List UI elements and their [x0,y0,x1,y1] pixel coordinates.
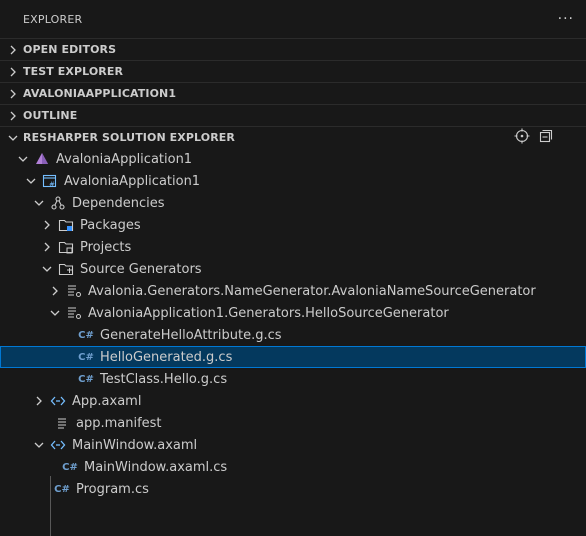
folder-projects-icon [58,239,74,255]
explorer-panel: EXPLORER ··· OPEN EDITORS TEST EXPLORER … [0,0,586,536]
chevron-right-icon [6,65,20,79]
chevron-right-icon [6,43,20,57]
tree-item-label: MainWindow.axaml [72,437,198,453]
section-resharper-solution-explorer[interactable]: RESHARPER SOLUTION EXPLORER [0,126,586,148]
svg-text:#: # [49,181,55,189]
locate-file-icon[interactable] [514,128,530,147]
csharp-file-icon: C# [78,329,94,341]
tree-item-label: Dependencies [72,195,165,211]
section-label: AVALONIAAPPLICATION1 [23,87,177,100]
tree-item-label: Avalonia.Generators.NameGenerator.Avalon… [88,283,536,299]
tree-item-label: GenerateHelloAttribute.g.cs [100,327,282,343]
section-label: RESHARPER SOLUTION EXPLORER [23,131,235,144]
csharp-file-icon: C# [62,461,78,473]
tree-item-label: AvaloniaApplication1 [56,151,193,167]
tree-item-label: Packages [80,217,141,233]
tree-item-project[interactable]: # AvaloniaApplication1 [0,170,586,192]
csharp-file-icon: C# [78,373,94,385]
tree-item-label: Source Generators [80,261,202,277]
tree-item-generator-hello[interactable]: AvaloniaApplication1.Generators.HelloSou… [0,302,586,324]
section-test-explorer[interactable]: TEST EXPLORER [0,60,586,82]
xaml-file-icon [50,393,66,409]
chevron-down-icon [24,174,38,188]
tree-item-main-window-cs[interactable]: C# MainWindow.axaml.cs [0,456,586,478]
chevron-down-icon [32,438,46,452]
tree-item-label: AvaloniaApplication1.Generators.HelloSou… [88,305,449,321]
section-workspace[interactable]: AVALONIAAPPLICATION1 [0,82,586,104]
manifest-file-icon [54,415,70,431]
chevron-right-icon [40,240,54,254]
chevron-down-icon [32,196,46,210]
tree-item-projects[interactable]: Projects [0,236,586,258]
generator-icon [66,305,82,321]
chevron-down-icon [48,306,62,320]
tree-item-label: Projects [80,239,132,255]
tree-item-packages[interactable]: Packages [0,214,586,236]
tree-item-label: App.axaml [72,393,142,409]
tree-item-label: HelloGenerated.g.cs [100,349,233,365]
chevron-down-icon [6,131,20,145]
tree-item-label: Program.cs [76,481,149,497]
section-label: TEST EXPLORER [23,65,124,78]
explorer-header: EXPLORER ··· [0,0,586,38]
chevron-right-icon [6,109,20,123]
tree-item-app-manifest[interactable]: app.manifest [0,412,586,434]
chevron-right-icon [32,394,46,408]
tree-item-source-generators[interactable]: Source Generators [0,258,586,280]
chevron-right-icon [48,284,62,298]
tree-item-file-attr[interactable]: C# GenerateHelloAttribute.g.cs [0,324,586,346]
solution-icon [34,151,50,167]
explorer-title: EXPLORER [23,12,83,26]
tree-item-dependencies[interactable]: Dependencies [0,192,586,214]
section-toolbar [514,128,586,147]
tree-item-label: AvaloniaApplication1 [64,173,201,189]
tree-item-label: MainWindow.axaml.cs [84,459,228,475]
tree-item-main-window[interactable]: MainWindow.axaml [0,434,586,456]
collapse-all-icon[interactable] [538,128,554,147]
csharp-file-icon: C# [78,351,94,363]
section-label: OUTLINE [23,109,78,122]
more-actions-icon[interactable]: ··· [558,11,574,27]
csharp-file-icon: C# [54,483,70,495]
tree-item-file-test[interactable]: C# TestClass.Hello.g.cs [0,368,586,390]
dependencies-icon [50,195,66,211]
generator-icon [66,283,82,299]
chevron-right-icon [6,87,20,101]
xaml-file-icon [50,437,66,453]
section-label: OPEN EDITORS [23,43,117,56]
section-outline[interactable]: OUTLINE [0,104,586,126]
chevron-down-icon [40,262,54,276]
solution-tree: AvaloniaApplication1 # AvaloniaApplicati… [0,148,586,536]
csharp-project-icon: # [42,173,58,189]
section-open-editors[interactable]: OPEN EDITORS [0,38,586,60]
tree-item-file-hello[interactable]: C# HelloGenerated.g.cs [0,346,586,368]
tree-item-solution[interactable]: AvaloniaApplication1 [0,148,586,170]
tree-item-label: TestClass.Hello.g.cs [100,371,228,387]
tree-item-program-cs[interactable]: C# Program.cs [0,478,586,500]
folder-packages-icon [58,217,74,233]
chevron-right-icon [40,218,54,232]
chevron-down-icon [16,152,30,166]
tree-item-generator-name[interactable]: Avalonia.Generators.NameGenerator.Avalon… [0,280,586,302]
tree-item-label: app.manifest [76,415,162,431]
tree-item-app-axaml[interactable]: App.axaml [0,390,586,412]
folder-generators-icon [58,261,74,277]
